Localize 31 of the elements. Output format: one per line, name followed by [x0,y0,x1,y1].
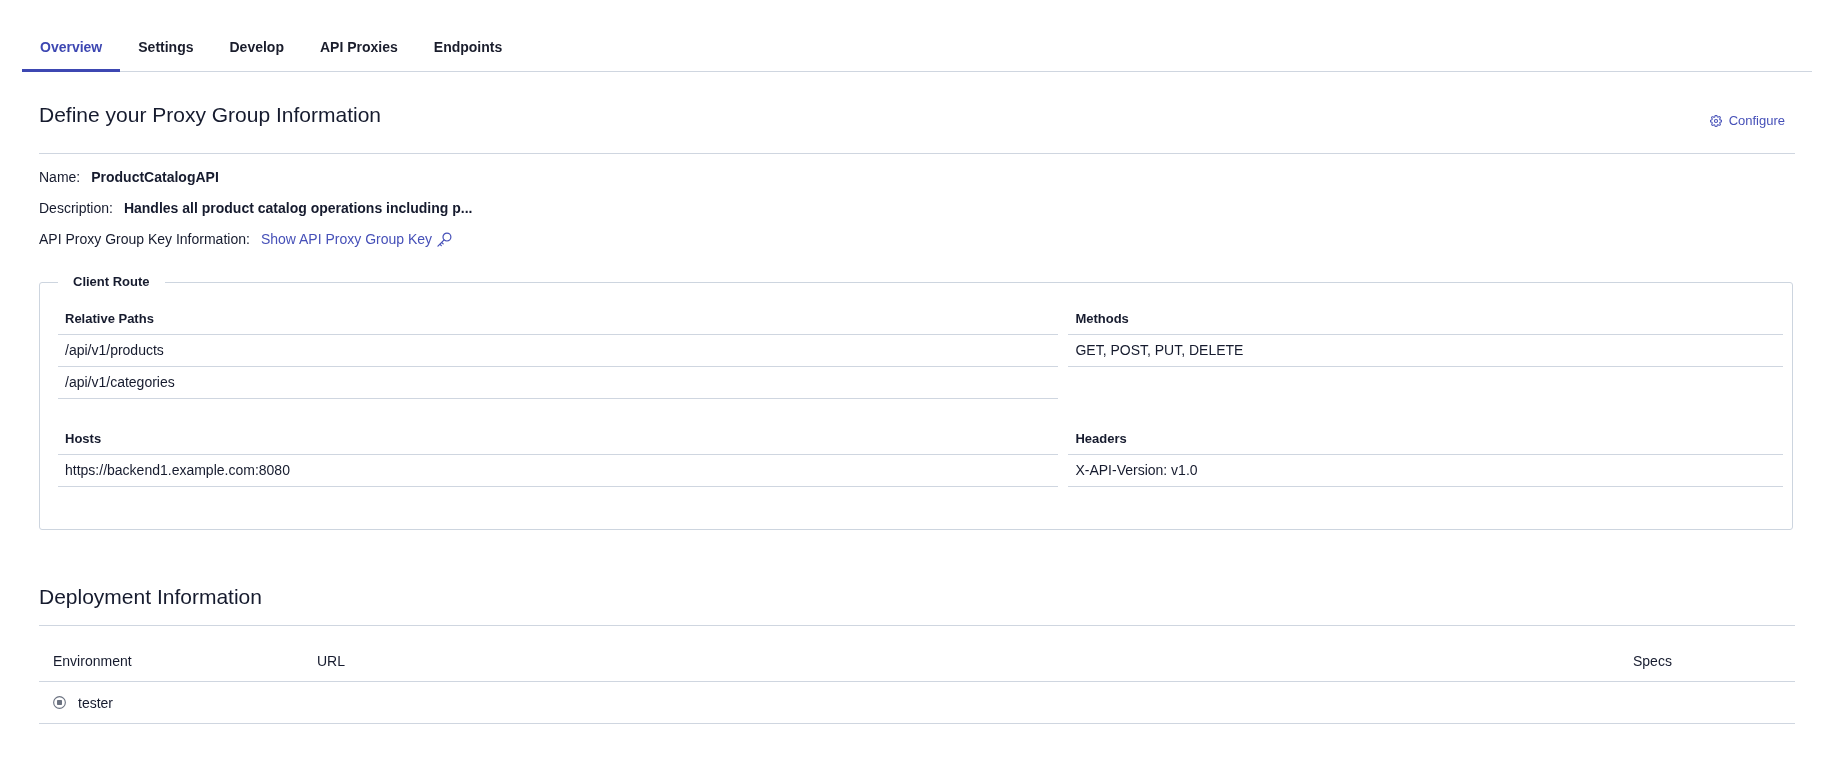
section-heading: Deployment Information [39,583,1795,626]
column-header: Hosts [58,423,1059,455]
table-cell: /api/v1/products [58,335,1059,367]
stop-circle-icon [53,696,66,709]
field-value: Handles all product catalog operations including p... [123,199,473,218]
tab[interactable]: API Proxies [301,24,416,72]
environment-name: tester [78,693,113,712]
panel-legend: Client Route [58,274,165,290]
field-value: ProductCatalogAPI [91,168,219,187]
tab[interactable]: Develop [211,24,302,72]
column-header: Relative Paths [58,303,1059,335]
field-label: Description: [39,199,113,218]
configure-button[interactable]: Configure [1709,113,1785,129]
column-header: URL [316,651,346,670]
table-cell: https://backend1.example.com:8080 [58,455,1059,487]
table-cell: /api/v1/categories [58,367,1059,399]
gear-icon [1709,115,1722,127]
field-label: Name: [39,168,81,187]
key-icon [437,231,453,247]
column-header: Specs [1632,651,1673,670]
table-cell: X-API-Version: v1.0 [1068,455,1783,487]
key-link[interactable]: Show API Proxy Group Key [260,229,453,249]
section-heading: Define your Proxy Group Information [39,102,381,128]
tab[interactable]: Endpoints [415,24,521,72]
tab[interactable]: Settings [120,24,212,72]
table-cell: GET, POST, PUT, DELETE [1068,335,1783,367]
column-header: Headers [1068,423,1783,455]
column-header: Methods [1068,303,1783,335]
column-header: Environment [52,651,133,670]
tab[interactable]: Overview [22,24,121,72]
field-label: API Proxy Group Key Information: [39,230,250,249]
